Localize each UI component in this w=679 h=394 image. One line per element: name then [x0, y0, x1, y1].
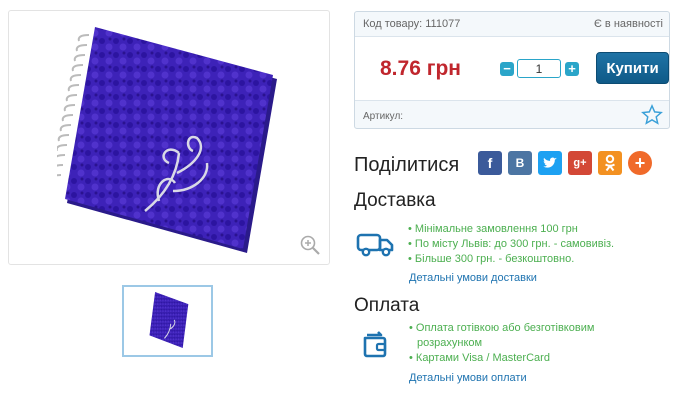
google-plus-share-button[interactable]: g+	[568, 151, 592, 175]
zoom-icon[interactable]	[299, 234, 321, 256]
product-price: 8.76 грн	[380, 57, 461, 80]
buy-button[interactable]: Купити	[596, 52, 669, 84]
more-share-button[interactable]: +	[628, 151, 652, 175]
odnoklassniki-icon	[605, 154, 615, 172]
stock-status: Є в наявності	[593, 18, 663, 30]
product-code: Код товару: 111077	[363, 18, 461, 30]
facebook-share-button[interactable]: f	[478, 151, 502, 175]
payment-methods-list: • Оплата готівкою або безготівковим розр…	[409, 321, 594, 366]
article-label: Артикул:	[363, 111, 404, 122]
quantity-input[interactable]	[517, 59, 561, 78]
delivery-title: Доставка	[354, 190, 436, 211]
list-item: • Оплата готівкою або безготівковим	[409, 322, 595, 334]
product-image-frame[interactable]	[8, 10, 330, 265]
buy-box-header: Код товару: 111077 Є в наявності	[355, 12, 669, 37]
buy-box-price-row: 8.76 грн − + Купити	[355, 37, 669, 101]
quantity-decrease-button[interactable]: −	[500, 62, 514, 76]
vk-share-button[interactable]: B	[508, 151, 532, 175]
list-item: • Мінімальне замовлення 100 грн	[408, 223, 578, 235]
list-item: розрахунком	[417, 337, 483, 349]
wallet-icon	[363, 331, 387, 358]
quantity-increase-button[interactable]: +	[565, 62, 579, 76]
delivery-truck-icon	[356, 233, 394, 257]
twitter-bird-icon	[543, 157, 557, 168]
notebook-thumbnail-image	[149, 292, 189, 348]
delivery-details-link[interactable]: Детальні умови доставки	[409, 272, 537, 284]
buy-box: Код товару: 111077 Є в наявності 8.76 гр…	[354, 11, 670, 129]
twitter-share-button[interactable]	[538, 151, 562, 175]
payment-details-link[interactable]: Детальні умови оплати	[409, 372, 527, 384]
star-icon[interactable]	[641, 104, 663, 126]
list-item: • По місту Львів: до 300 грн. - самовиві…	[408, 238, 615, 250]
odnoklassniki-share-button[interactable]	[598, 151, 622, 175]
list-item: • Картами Visa / MasterCard	[409, 352, 550, 364]
share-title: Поділитися	[354, 154, 460, 176]
list-item: • Більше 300 грн. - безкоштовно.	[408, 253, 575, 265]
delivery-conditions-list: • Мінімальне замовлення 100 грн • По міс…	[408, 222, 614, 267]
buy-box-footer: Артикул:	[355, 101, 669, 129]
product-thumbnail[interactable]	[122, 285, 213, 357]
payment-title: Оплата	[354, 295, 420, 316]
notebook-image	[57, 27, 277, 253]
